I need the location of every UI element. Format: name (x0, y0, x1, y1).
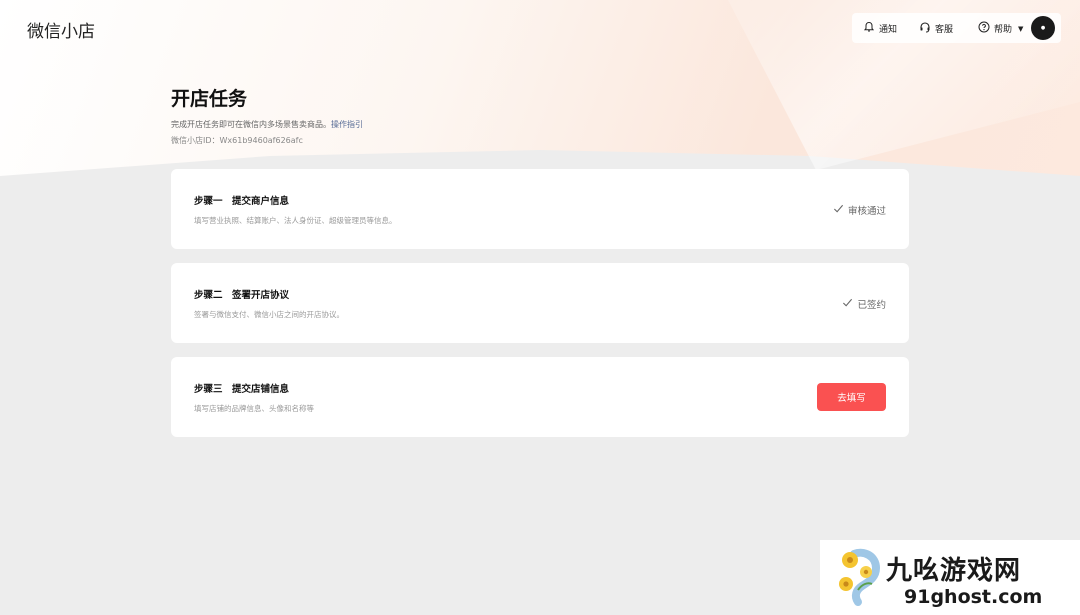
fill-in-button[interactable]: 去填写 (817, 383, 886, 411)
step-status: 已签约 (842, 297, 886, 311)
step-card-2: 步骤二 签署开店协议 签署与微信支付、微信小店之间的开店协议。 已签约 (171, 263, 909, 343)
watermark-url: 91ghost.com (904, 586, 1043, 608)
step-description: 填写店铺的品牌信息、头像和名称等 (194, 404, 314, 413)
caret-down-icon: ▼ (1018, 24, 1024, 33)
step-status: 审核通过 (833, 203, 886, 217)
page-description: 完成开店任务即可在微信内多场景售卖商品。操作指引 (171, 119, 363, 130)
description-text: 完成开店任务即可在微信内多场景售卖商品。 (171, 120, 331, 129)
step-card-1: 步骤一 提交商户信息 填写营业执照、结算账户、法人身份证、超级管理员等信息。 审… (171, 169, 909, 249)
step-description: 签署与微信支付、微信小店之间的开店协议。 (194, 310, 344, 319)
guide-link[interactable]: 操作指引 (331, 120, 363, 129)
status-label: 审核通过 (847, 206, 886, 217)
notify-button[interactable]: 通知 (863, 21, 897, 36)
step-card-3: 步骤三 提交店铺信息 填写店铺的品牌信息、头像和名称等 去填写 (171, 357, 909, 437)
status-label: 已签约 (857, 300, 886, 311)
step-title: 步骤三 提交店铺信息 (194, 384, 290, 395)
notify-label: 通知 (879, 25, 898, 35)
check-icon (842, 297, 853, 311)
app-logo-title[interactable]: 微信小店 (27, 17, 95, 42)
watermark-title: 九吆游戏网 (886, 556, 1022, 586)
help-dropdown[interactable]: 帮助 ▼ (978, 21, 1023, 36)
headset-icon (919, 21, 931, 36)
step-title: 步骤一 提交商户信息 (194, 196, 290, 207)
help-label: 帮助 (994, 25, 1013, 35)
watermark: 九吆游戏网 91ghost.com (820, 540, 1080, 615)
check-icon (833, 203, 844, 217)
flower-logo-icon (839, 548, 881, 606)
top-toolbar: 通知 客服 帮助 ▼ ● (852, 13, 1061, 43)
page-title: 开店任务 (171, 88, 248, 110)
shop-id: 微信小店ID：Wx61b9460af626afc (171, 136, 303, 145)
user-avatar-icon[interactable]: ● (1031, 16, 1055, 40)
customer-service-button[interactable]: 客服 (919, 21, 953, 36)
bell-icon (863, 21, 875, 36)
step-title: 步骤二 签署开店协议 (194, 290, 290, 301)
step-description: 填写营业执照、结算账户、法人身份证、超级管理员等信息。 (194, 216, 397, 225)
question-icon (978, 21, 990, 36)
service-label: 客服 (935, 25, 954, 35)
